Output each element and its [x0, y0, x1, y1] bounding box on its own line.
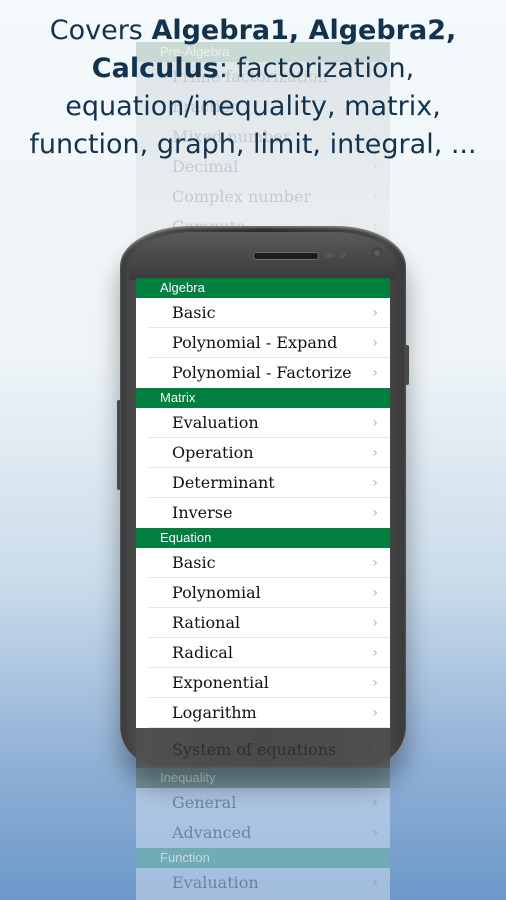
headline-line-4: function, graph, limit, integral, ... — [29, 129, 477, 160]
chevron-right-icon: › — [372, 445, 378, 461]
reflection-item: Advanced › — [136, 818, 390, 848]
list-item[interactable]: Inverse › — [136, 498, 390, 528]
list-item[interactable]: Evaluation › — [136, 408, 390, 438]
ghost-item: Complex number › — [136, 182, 390, 212]
section-header-equation: Equation — [136, 528, 390, 548]
headline-line-1: Covers Algebra1, Algebra2, — [49, 15, 457, 46]
topic-list: Algebra Basic › Polynomial - Expand › Poly… — [136, 278, 390, 728]
chevron-right-icon: › — [372, 825, 378, 841]
list-item[interactable]: Exponential › — [136, 668, 390, 698]
headline-line-2: Calculus: factorization, — [91, 53, 415, 84]
chevron-right-icon: › — [372, 415, 378, 431]
chevron-right-icon: › — [372, 875, 378, 891]
chevron-right-icon: › — [372, 365, 378, 381]
list-item[interactable]: Radical › — [136, 638, 390, 668]
reflection-section-header: Function — [136, 848, 390, 868]
chevron-right-icon: › — [372, 795, 378, 811]
list-item[interactable]: Logarithm › — [136, 698, 390, 728]
chevron-right-icon: › — [372, 615, 378, 631]
chevron-right-icon: › — [372, 335, 378, 351]
chevron-right-icon: › — [372, 742, 378, 758]
sensor-icon — [340, 252, 346, 258]
chevron-right-icon: › — [372, 555, 378, 571]
section-header-matrix: Matrix — [136, 388, 390, 408]
list-item[interactable]: Determinant › — [136, 468, 390, 498]
speaker-grille-icon — [253, 252, 319, 260]
dimmed-overflow-item: System of equations › — [136, 728, 390, 768]
chevron-right-icon: › — [372, 475, 378, 491]
front-camera-icon — [371, 247, 383, 259]
list-reflection: Inequality General › Advanced › Function E… — [136, 768, 390, 900]
list-item[interactable]: Rational › — [136, 608, 390, 638]
list-item[interactable]: Polynomial - Factorize › — [136, 358, 390, 388]
phone-screen: Algebra Basic › Polynomial - Expand › Poly… — [136, 278, 390, 728]
chevron-right-icon: › — [372, 585, 378, 601]
chevron-right-icon: › — [372, 505, 378, 521]
list-item[interactable]: Operation › — [136, 438, 390, 468]
chevron-right-icon: › — [372, 189, 378, 204]
headline-line-3: equation/inequality, matrix, — [65, 91, 441, 122]
chevron-right-icon: › — [372, 645, 378, 661]
chevron-right-icon: › — [372, 675, 378, 691]
list-item[interactable]: Basic › — [136, 548, 390, 578]
list-item: System of equations › — [136, 728, 390, 768]
list-item[interactable]: Basic › — [136, 298, 390, 328]
promo-headline: Covers Algebra1, Algebra2, Calculus: fac… — [0, 12, 506, 164]
reflection-item: General › — [136, 788, 390, 818]
list-item[interactable]: Polynomial - Expand › — [136, 328, 390, 358]
chevron-right-icon: › — [372, 305, 378, 321]
sensor-icon — [325, 253, 335, 258]
list-item[interactable]: Polynomial › — [136, 578, 390, 608]
chevron-right-icon: › — [372, 705, 378, 721]
section-header-algebra: Algebra — [136, 278, 390, 298]
reflection-item: Evaluation › — [136, 868, 390, 898]
